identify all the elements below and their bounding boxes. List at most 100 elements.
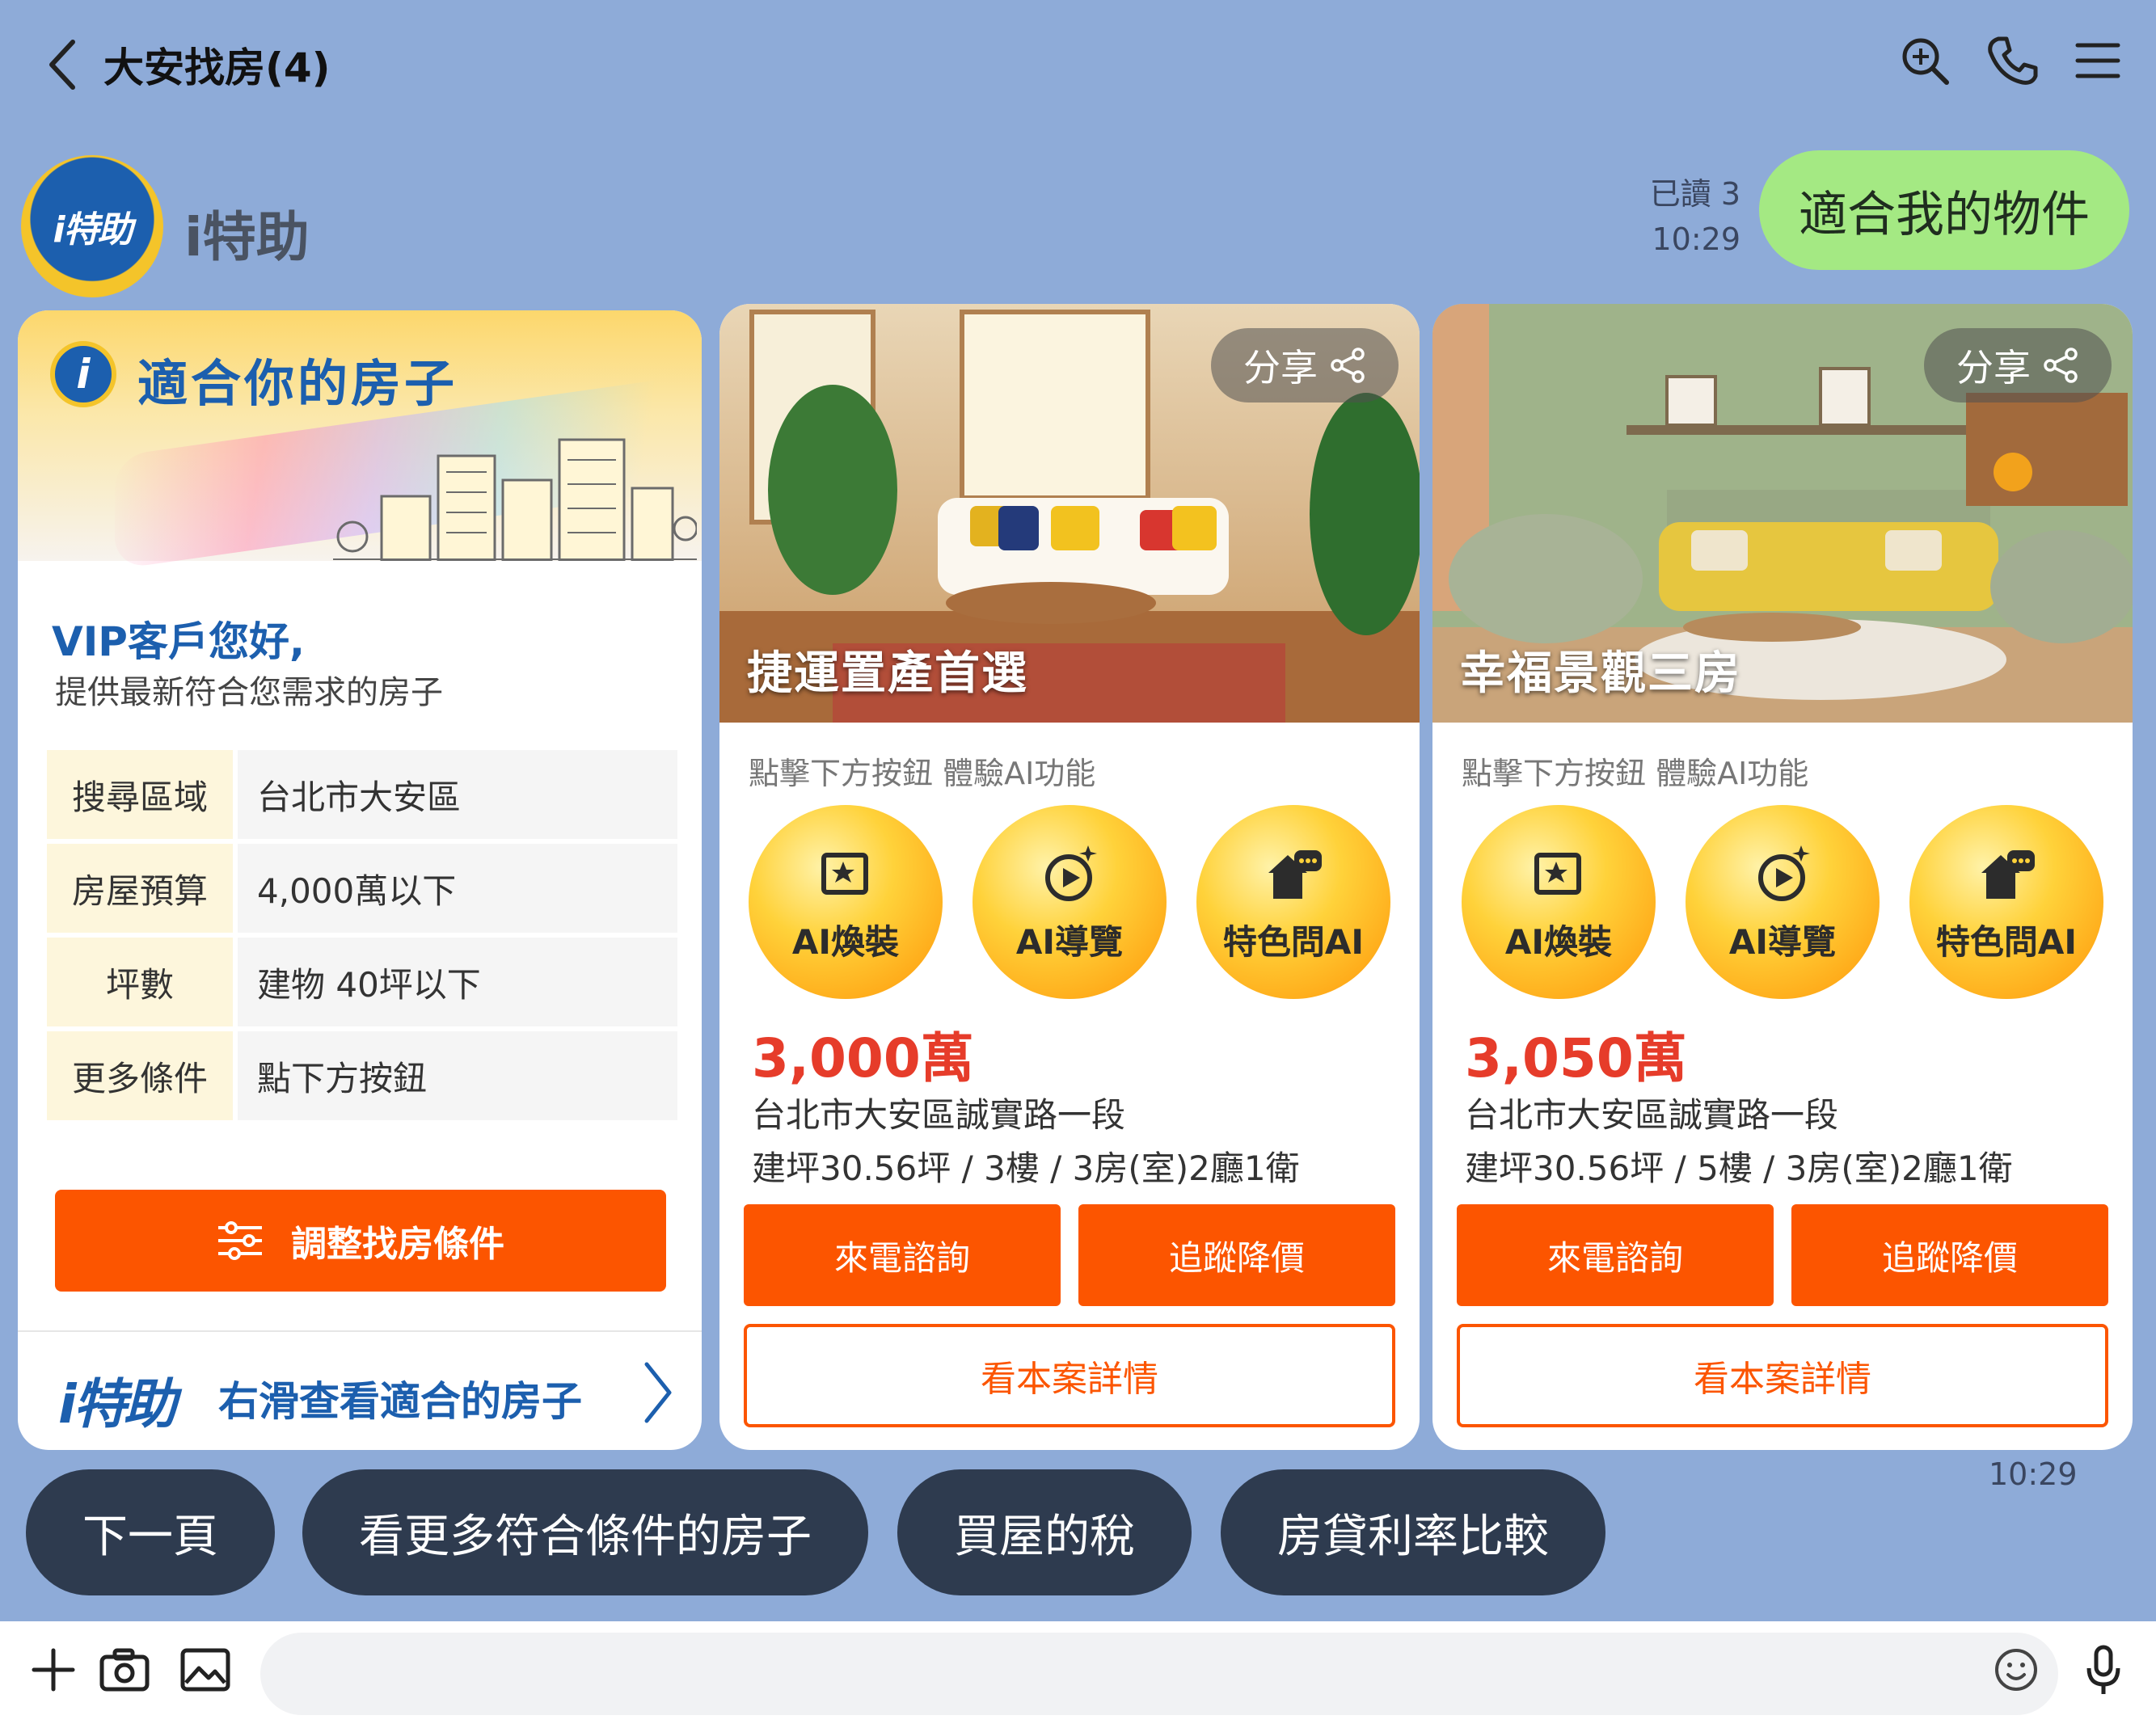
condition-key: 坪數 xyxy=(47,938,233,1026)
condition-row: 搜尋區域 台北市大安區 xyxy=(47,750,677,839)
ai-makeover-button[interactable]: AI煥裝 xyxy=(749,805,943,999)
emoji-icon xyxy=(1995,1649,2037,1691)
bot-avatar[interactable]: i特助 xyxy=(21,155,163,297)
share-icon xyxy=(2044,348,2078,383)
ai-ask-button[interactable]: 特色問AI xyxy=(1196,805,1390,999)
condition-key: 房屋預算 xyxy=(47,844,233,933)
city-buildings-icon xyxy=(333,438,697,561)
ai-tour-button[interactable]: AI導覽 xyxy=(973,805,1167,999)
intro-title: 適合你的房子 xyxy=(137,354,458,413)
listing-photo[interactable]: 幸福景觀三房 分享 xyxy=(1432,304,2133,723)
quick-reply-mortgage[interactable]: 房貸利率比較 xyxy=(1221,1469,1605,1595)
adjust-criteria-button[interactable]: 調整找房條件 xyxy=(55,1190,666,1292)
listing-price: 3,050萬 xyxy=(1465,1027,1687,1089)
camera-icon xyxy=(99,1648,150,1692)
message-time: 10:29 xyxy=(1652,221,1740,257)
share-label: 分享 xyxy=(1243,346,1318,390)
track-price-button[interactable]: 追蹤降價 xyxy=(1078,1204,1395,1306)
condition-value: 點下方按鈕 xyxy=(238,1031,677,1120)
listing-address: 台北市大安區誠實路一段 xyxy=(1465,1095,1839,1135)
divider xyxy=(18,1330,702,1332)
intro-card: i 適合你的房子 VIP客戶您好, 提供最新符合您需求的房子 搜尋區域 台北市大安… xyxy=(18,310,702,1450)
share-label: 分享 xyxy=(1956,346,2031,390)
chevron-right-icon[interactable] xyxy=(637,1356,677,1429)
ai-photo-icon xyxy=(1534,852,1581,895)
ai-button-label: 特色問AI xyxy=(1222,921,1365,962)
menu-button[interactable] xyxy=(2070,32,2126,89)
ai-button-label: AI導覽 xyxy=(1015,921,1124,962)
phone-icon xyxy=(1988,36,2038,85)
voice-button[interactable] xyxy=(2074,1641,2133,1699)
i-logo-icon: i xyxy=(50,341,116,407)
ai-button-label: 特色問AI xyxy=(1935,921,2078,962)
i-helper-logo: i特助 xyxy=(58,1373,177,1435)
ai-button-label: AI煥裝 xyxy=(1504,921,1613,962)
condition-key: 搜尋區域 xyxy=(47,750,233,839)
vip-greeting: VIP客戶您好, xyxy=(52,618,305,665)
call-inquiry-button[interactable]: 來電諮詢 xyxy=(744,1204,1061,1306)
listing-address: 台北市大安區誠實路一段 xyxy=(752,1095,1126,1135)
share-button[interactable]: 分享 xyxy=(1211,328,1399,402)
quick-reply-tax[interactable]: 買屋的稅 xyxy=(897,1469,1192,1595)
ai-button-label: AI導覽 xyxy=(1728,921,1837,962)
camera-button[interactable] xyxy=(95,1641,154,1699)
conditions-table: 搜尋區域 台北市大安區 房屋預算 4,000萬以下 坪數 建物 40坪以下 更多條件點… xyxy=(47,750,677,1125)
search-icon xyxy=(1902,38,1949,85)
play-sparkle-icon xyxy=(1045,845,1097,901)
search-button[interactable] xyxy=(1897,32,1953,89)
hamburger-icon xyxy=(2075,43,2120,78)
message-input[interactable] xyxy=(260,1633,2058,1715)
swipe-hint: 右滑查看適合的房子 xyxy=(218,1378,582,1425)
share-icon xyxy=(1331,348,1365,383)
intro-banner: i 適合你的房子 xyxy=(18,310,702,570)
listing-price: 3,000萬 xyxy=(752,1027,974,1089)
adjust-criteria-label: 調整找房條件 xyxy=(291,1224,504,1265)
vip-subtitle: 提供最新符合您需求的房子 xyxy=(55,674,443,711)
bot-avatar-logo: i特助 xyxy=(53,209,133,251)
ai-tour-button[interactable]: AI導覽 xyxy=(1686,805,1880,999)
chevron-left-icon xyxy=(49,40,75,90)
view-details-button[interactable]: 看本案詳情 xyxy=(1457,1324,2108,1427)
condition-row: 房屋預算 4,000萬以下 xyxy=(47,844,677,933)
listing-specs: 建坪30.56坪 / 3樓 / 3房(室)2廳1衛 xyxy=(752,1148,1300,1188)
condition-value: 4,000萬以下 xyxy=(238,844,677,933)
condition-value: 台北市大安區 xyxy=(238,750,677,839)
condition-key: 更多條件 xyxy=(47,1031,233,1120)
ai-makeover-button[interactable]: AI煥裝 xyxy=(1462,805,1656,999)
listing-image-title: 捷運置產首選 xyxy=(747,647,1028,700)
bot-message-time: 10:29 xyxy=(1989,1456,2078,1492)
call-button[interactable] xyxy=(1984,32,2040,89)
share-button[interactable]: 分享 xyxy=(1924,328,2112,402)
ai-hint: 點擊下方按鈕 體驗AI功能 xyxy=(1462,756,1809,791)
listing-photo[interactable]: 捷運置產首選 分享 xyxy=(719,304,1420,723)
read-receipt: 已讀 3 xyxy=(1649,176,1740,212)
track-price-button[interactable]: 追蹤降價 xyxy=(1791,1204,2108,1306)
quick-reply-more-houses[interactable]: 看更多符合條件的房子 xyxy=(302,1469,868,1595)
condition-row: 坪數 建物 40坪以下 xyxy=(47,938,677,1026)
ai-ask-button[interactable]: 特色問AI xyxy=(1909,805,2103,999)
gallery-button[interactable] xyxy=(176,1641,234,1699)
bot-name: i特助 xyxy=(184,206,310,268)
listing-image-title: 幸福景觀三房 xyxy=(1460,647,1741,700)
house-chat-icon xyxy=(1268,849,1322,899)
play-sparkle-icon xyxy=(1758,845,1810,901)
back-button[interactable] xyxy=(39,32,87,97)
ai-photo-icon xyxy=(821,852,868,895)
condition-value: 建物 40坪以下 xyxy=(238,938,677,1026)
message-meta: 已讀 3 10:29 xyxy=(1650,171,1740,262)
user-message-bubble: 適合我的物件 xyxy=(1759,150,2129,270)
listing-card: 幸福景觀三房 分享 點擊下方按鈕 體驗AI功能 AI煥裝 AI導覽 特色問AI … xyxy=(1432,304,2133,1450)
ai-button-label: AI煥裝 xyxy=(791,921,900,962)
plus-icon xyxy=(32,1648,75,1692)
house-chat-icon xyxy=(1981,849,2035,899)
sliders-icon xyxy=(218,1221,262,1260)
chat-title: 大安找房(4) xyxy=(103,44,331,91)
view-details-button[interactable]: 看本案詳情 xyxy=(744,1324,1395,1427)
microphone-icon xyxy=(2086,1645,2120,1694)
listing-card: 捷運置產首選 分享 點擊下方按鈕 體驗AI功能 AI煥裝 AI導覽 特色問AI … xyxy=(719,304,1420,1450)
image-icon xyxy=(180,1648,230,1692)
quick-reply-next-page[interactable]: 下一頁 xyxy=(26,1469,275,1595)
emoji-button[interactable] xyxy=(1987,1641,2045,1699)
add-button[interactable] xyxy=(24,1641,82,1699)
call-inquiry-button[interactable]: 來電諮詢 xyxy=(1457,1204,1774,1306)
